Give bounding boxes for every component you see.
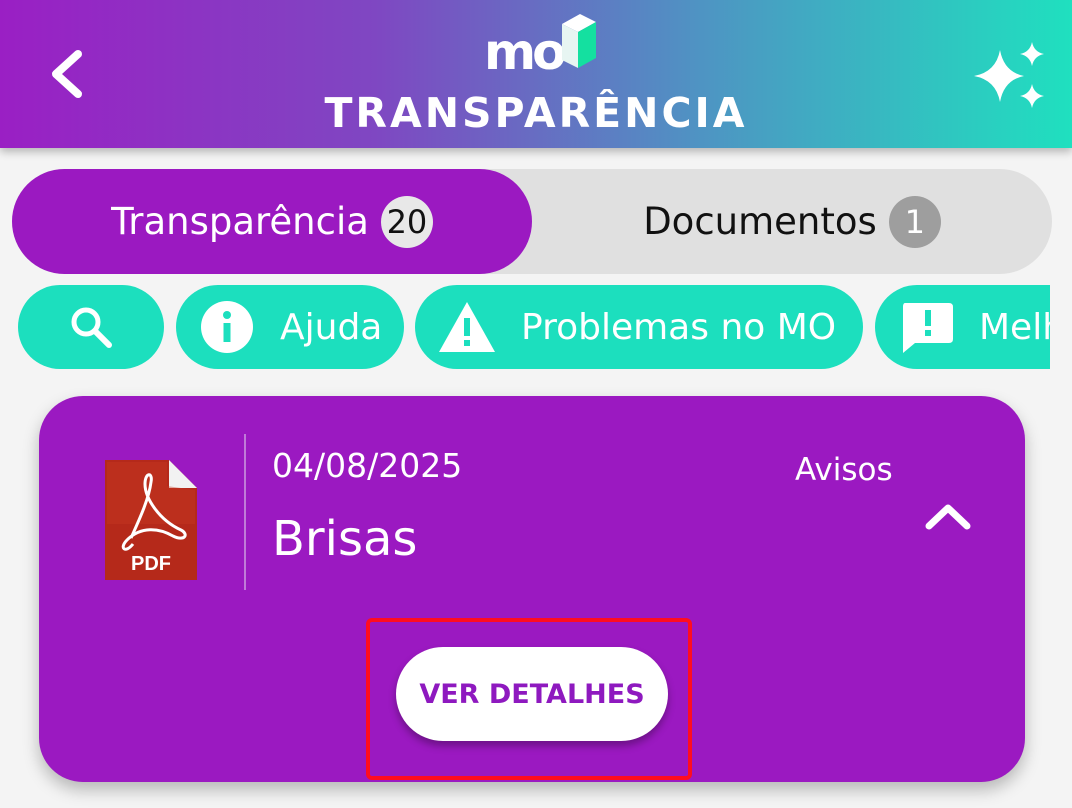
document-card: PDF 04/08/2025 Brisas Avisos VER DETALHE…	[39, 396, 1025, 782]
info-icon	[201, 301, 253, 353]
tab-documentos[interactable]: Documentos 1	[532, 169, 1052, 274]
document-date: 04/08/2025	[272, 446, 463, 485]
tab-bar: Transparência 20 Documentos 1	[12, 169, 1052, 274]
app-logo: mo	[484, 10, 600, 80]
app-header: mo TRANSPARÊNCIA	[0, 0, 1072, 148]
pdf-file-icon: PDF	[105, 460, 197, 580]
count-badge: 1	[888, 195, 941, 248]
pdf-label: PDF	[131, 553, 171, 575]
chip-label: Melhorias	[979, 306, 1050, 348]
chip-label: Problemas no MO	[521, 306, 837, 348]
feedback-icon	[903, 303, 953, 353]
problems-chip[interactable]: Problemas no MO	[415, 285, 863, 369]
count-badge: 20	[380, 195, 433, 248]
divider	[244, 434, 246, 590]
tab-transparencia[interactable]: Transparência 20	[12, 169, 532, 274]
sparkles-icon	[974, 42, 1044, 108]
document-category: Avisos	[795, 452, 893, 488]
logo-cube-icon	[562, 14, 596, 68]
chevron-up-icon	[925, 504, 971, 530]
search-chip[interactable]	[18, 285, 164, 369]
action-chips: Ajuda Problemas no MO Melhorias	[18, 285, 1050, 369]
chip-label: Ajuda	[280, 306, 383, 348]
improvements-chip[interactable]: Melhorias	[875, 285, 1050, 369]
logo-text: mo	[484, 23, 566, 81]
view-details-button[interactable]: VER DETALHES	[396, 647, 668, 741]
collapse-button[interactable]	[919, 492, 977, 536]
tab-label: Documentos	[643, 200, 877, 243]
search-icon	[71, 307, 112, 348]
document-title: Brisas	[272, 511, 418, 567]
tab-label: Transparência	[111, 200, 369, 243]
ai-assistant-button[interactable]	[968, 38, 1052, 118]
help-chip[interactable]: Ajuda	[176, 285, 404, 369]
page-title: TRANSPARÊNCIA	[324, 89, 748, 137]
warning-icon	[439, 302, 495, 352]
